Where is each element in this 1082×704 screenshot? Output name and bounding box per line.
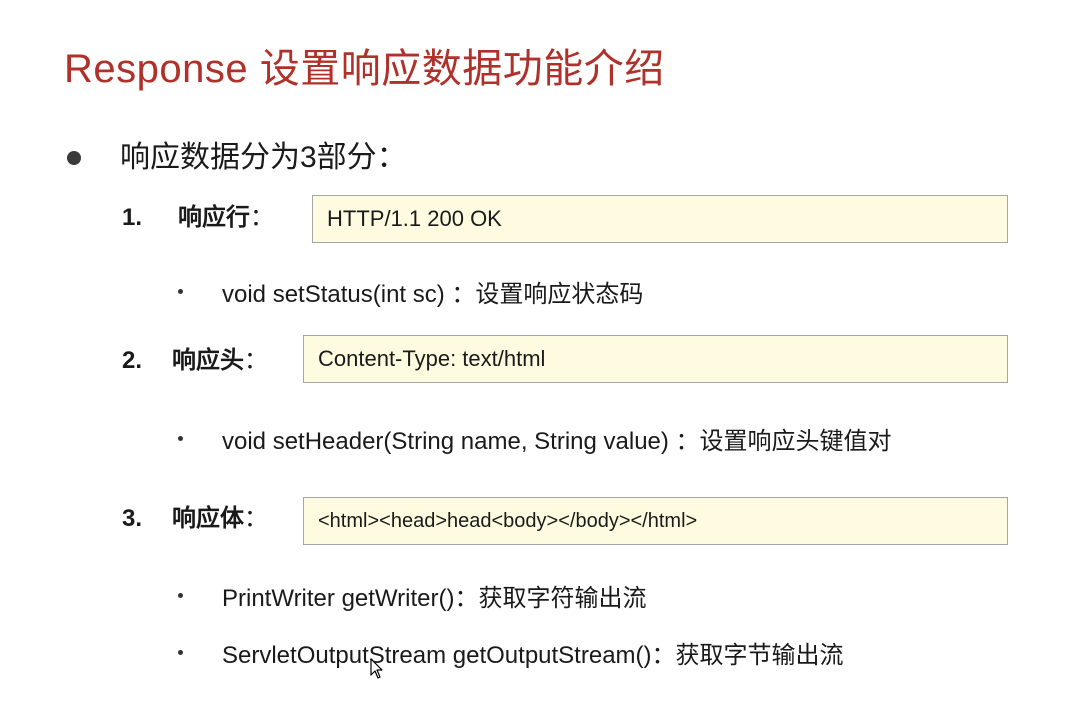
bullet-dot-icon bbox=[67, 151, 81, 165]
section-label-text: 响应行 bbox=[178, 204, 250, 231]
main-bullet: 响应数据分为3部分： bbox=[64, 138, 407, 178]
section-label: 响应行： bbox=[178, 193, 274, 243]
example-box-response-body: <html><head>head<body></body></html> bbox=[303, 497, 1008, 545]
section-colon: ： bbox=[244, 347, 268, 374]
sub-bullet-icon bbox=[178, 288, 183, 294]
method-text: void setStatus(int sc) ：设置响应状态码 bbox=[222, 280, 644, 308]
method-item: ServletOutputStream getOutputStream()：获取… bbox=[178, 632, 844, 672]
section-label-text: 响应体 bbox=[172, 505, 244, 532]
section-label-text: 响应头 bbox=[172, 347, 244, 374]
method-text: ServletOutputStream getOutputStream()：获取… bbox=[222, 641, 844, 669]
sub-bullet-icon bbox=[178, 592, 183, 598]
section-colon: ： bbox=[250, 204, 274, 231]
mouse-cursor-icon bbox=[370, 658, 383, 679]
method-item: PrintWriter getWriter()：获取字符输出流 bbox=[178, 575, 646, 615]
section-label: 响应头： bbox=[172, 336, 268, 386]
sub-bullet-icon bbox=[178, 435, 183, 441]
section-number: 1. bbox=[122, 204, 143, 231]
slide-title: Response 设置响应数据功能介绍 bbox=[64, 47, 665, 91]
method-text: void setHeader(String name, String value… bbox=[222, 427, 892, 455]
method-item: void setStatus(int sc) ：设置响应状态码 bbox=[178, 271, 643, 311]
method-text: PrintWriter getWriter()：获取字符输出流 bbox=[222, 584, 647, 612]
example-box-response-header: Content-Type: text/html bbox=[303, 335, 1008, 383]
section-number: 2. bbox=[122, 347, 143, 374]
sub-bullet-icon bbox=[178, 649, 183, 655]
method-item: void setHeader(String name, String value… bbox=[178, 418, 892, 458]
section-colon: ： bbox=[244, 505, 268, 532]
section-label: 响应体： bbox=[172, 494, 268, 544]
main-bullet-text: 响应数据分为3部分： bbox=[120, 141, 407, 174]
section-number: 3. bbox=[122, 505, 143, 532]
example-box-response-line: HTTP/1.1 200 OK bbox=[312, 195, 1008, 243]
